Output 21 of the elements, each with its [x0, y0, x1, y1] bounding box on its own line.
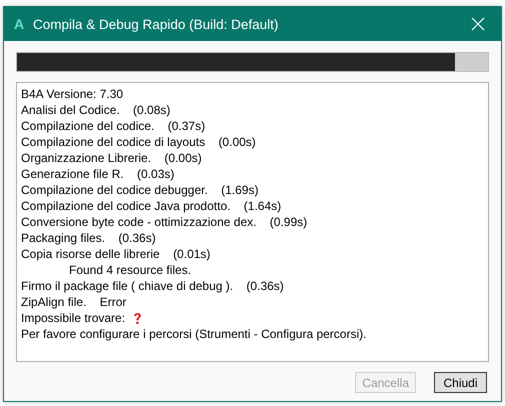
- window-title: Compila & Debug Rapido (Build: Default): [33, 16, 280, 32]
- log-line: Copia risorse delle librerie (0.01s): [21, 247, 210, 261]
- log-line: Packaging files. (0.36s): [21, 231, 156, 245]
- log-line: Firmo il package file ( chiave di debug ). (0.36s): [21, 279, 284, 293]
- dialog-button[interactable]: Chiudi: [434, 372, 487, 393]
- app-logo-icon: A: [14, 16, 26, 32]
- log-line: Generazione file R. (0.03s): [21, 167, 174, 181]
- log-line: Found 4 resource files.: [69, 263, 192, 277]
- question-mark-icon: [133, 312, 142, 324]
- log-line: Compilazione del codice debugger. (1.69s): [21, 183, 258, 197]
- log-line: Analisi del Codice. (0.08s): [21, 103, 170, 117]
- log-line: Conversione byte code - ottimizzazione dex. (0.99s): [21, 215, 308, 229]
- close-icon[interactable]: [471, 17, 485, 31]
- log-line: ZipAlign file. Error: [21, 295, 126, 309]
- log-line: Compilazione del codice Java prodotto. (1.64s): [21, 199, 282, 213]
- log-line: Compilazione del codice di layouts (0.00s): [21, 135, 256, 149]
- log-line: Per favore configurare i percorsi (Strumenti - Configura percorsi).: [21, 327, 366, 341]
- log-line: B4A Versione: 7.30: [21, 87, 124, 101]
- log-line: Compilazione del codice. (0.37s): [21, 119, 206, 133]
- log-line: Impossibile trovare:: [21, 311, 126, 325]
- log-line: Organizzazione Librerie. (0.00s): [21, 151, 202, 165]
